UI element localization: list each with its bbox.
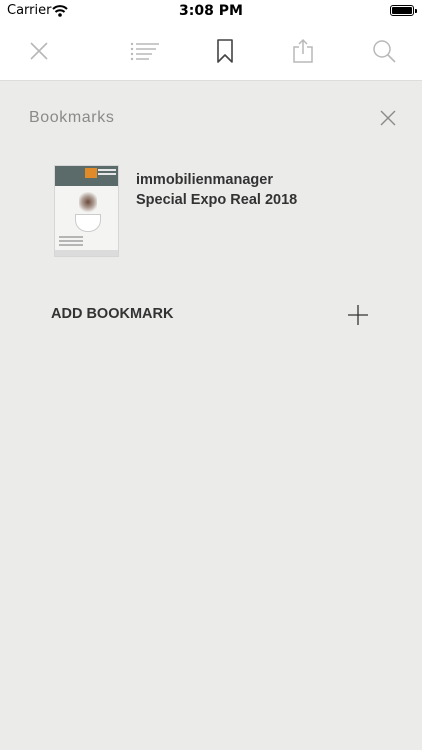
search-icon[interactable] bbox=[371, 38, 397, 64]
bookmarks-panel: Bookmarks immobilienmanager Special Expo… bbox=[0, 81, 422, 750]
clock: 3:08 PM bbox=[179, 3, 243, 19]
bookmark-icon[interactable] bbox=[212, 38, 238, 64]
close-icon[interactable] bbox=[26, 38, 52, 64]
magazine-cover-thumbnail bbox=[54, 165, 119, 257]
plus-icon[interactable] bbox=[347, 304, 369, 326]
status-bar: Carrier 3:08 PM bbox=[0, 0, 422, 22]
add-bookmark-label: ADD BOOKMARK bbox=[51, 306, 174, 322]
bookmark-title-line1: immobilienmanager bbox=[136, 172, 273, 188]
reader-toolbar bbox=[0, 22, 422, 81]
share-icon[interactable] bbox=[290, 38, 316, 64]
panel-close-icon[interactable] bbox=[378, 108, 398, 128]
bookmark-item[interactable]: immobilienmanager Special Expo Real 2018 bbox=[54, 165, 374, 257]
battery-icon bbox=[390, 5, 417, 16]
panel-title: Bookmarks bbox=[29, 109, 115, 126]
bookmark-title-line2: Special Expo Real 2018 bbox=[136, 192, 298, 208]
toc-icon[interactable] bbox=[130, 38, 160, 64]
add-bookmark-button[interactable]: ADD BOOKMARK bbox=[51, 303, 371, 327]
bookmark-title: immobilienmanager Special Expo Real 2018 bbox=[136, 170, 297, 210]
